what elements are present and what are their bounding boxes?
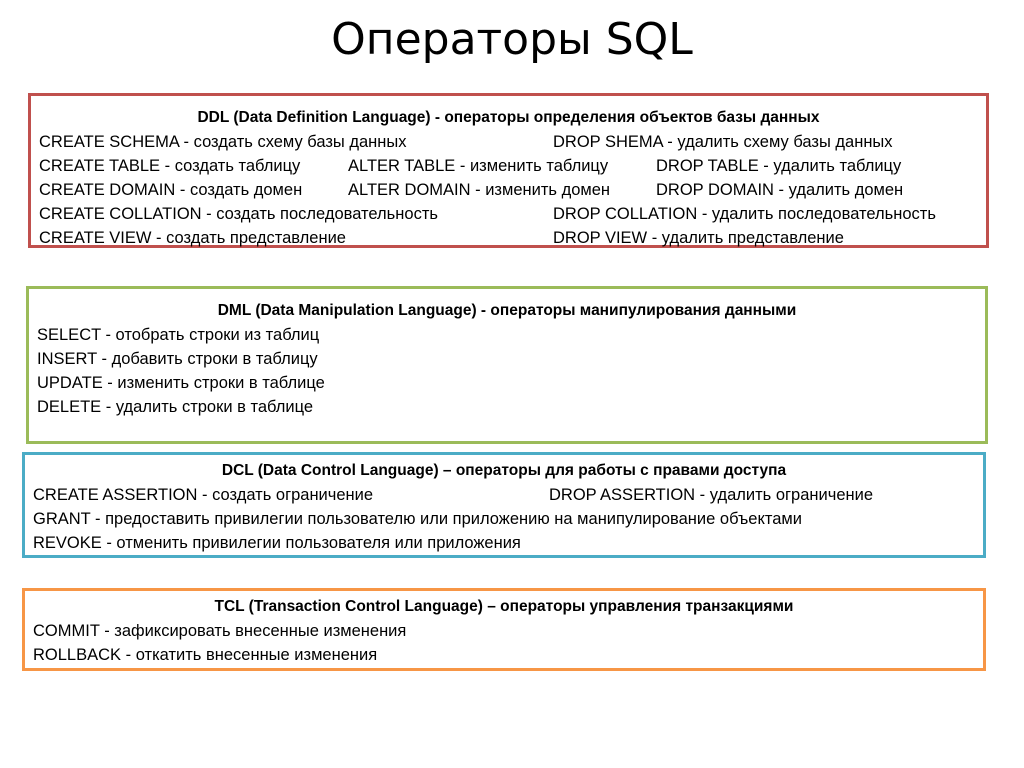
dml-row: INSERT - добавить строки в таблицу	[37, 347, 977, 371]
tcl-box: TCL (Transaction Control Language) – опе…	[22, 588, 986, 671]
dcl-create-assertion: CREATE ASSERTION - создать ограничение	[33, 486, 374, 504]
tcl-row: COMMIT - зафиксировать внесенные изменен…	[33, 619, 975, 643]
dml-select: SELECT - отобрать строки из таблиц	[37, 326, 320, 344]
dcl-row: CREATE ASSERTION - создать ограничение D…	[33, 483, 975, 507]
dml-row: SELECT - отобрать строки из таблиц	[37, 323, 977, 347]
dml-box: DML (Data Manipulation Language) - опера…	[26, 286, 988, 444]
slide-title: Операторы SQL	[331, 14, 693, 65]
ddl-create-view: CREATE VIEW - создать представление	[39, 229, 346, 247]
ddl-row: CREATE TABLE - создать таблицу ALTER TAB…	[39, 154, 978, 178]
dml-insert: INSERT - добавить строки в таблицу	[37, 350, 318, 368]
ddl-create-table: CREATE TABLE - создать таблицу	[39, 157, 301, 175]
ddl-row: CREATE COLLATION - создать последователь…	[39, 202, 978, 226]
dml-update: UPDATE - изменить строки в таблице	[37, 374, 325, 392]
ddl-create-schema: CREATE SCHEMA - создать схему базы данны…	[39, 133, 407, 151]
ddl-row: CREATE SCHEMA - создать схему базы данны…	[39, 130, 978, 154]
dcl-row: GRANT - предоставить привилегии пользова…	[33, 507, 975, 531]
ddl-drop-view: DROP VIEW - удалить представление	[553, 229, 844, 247]
dcl-revoke: REVOKE - отменить привилегии пользовател…	[33, 534, 521, 552]
ddl-alter-domain: ALTER DOMAIN - изменить домен	[348, 181, 611, 199]
tcl-commit: COMMIT - зафиксировать внесенные изменен…	[33, 622, 407, 640]
dml-heading: DML (Data Manipulation Language) - опера…	[217, 302, 797, 319]
dml-row: DELETE - удалить строки в таблице	[37, 395, 977, 419]
dml-delete: DELETE - удалить строки в таблице	[37, 398, 314, 416]
tcl-heading: TCL (Transaction Control Language) – опе…	[214, 598, 794, 615]
tcl-rollback: ROLLBACK - откатить внесенные изменения	[33, 646, 378, 664]
ddl-drop-table: DROP TABLE - удалить таблицу	[656, 157, 902, 175]
dcl-drop-assertion: DROP ASSERTION - удалить ограничение	[549, 486, 874, 504]
ddl-drop-domain: DROP DOMAIN - удалить домен	[656, 181, 904, 199]
ddl-create-domain: CREATE DOMAIN - создать домен	[39, 181, 303, 199]
dcl-box: DCL (Data Control Language) – операторы …	[22, 452, 986, 558]
ddl-alter-table: ALTER TABLE - изменить таблицу	[348, 157, 609, 175]
tcl-row: ROLLBACK - откатить внесенные изменения	[33, 643, 975, 667]
ddl-drop-collation: DROP COLLATION - удалить последовательно…	[553, 205, 936, 223]
ddl-row: CREATE VIEW - создать представление DROP…	[39, 226, 978, 250]
ddl-box: DDL (Data Definition Language) - операто…	[28, 93, 989, 248]
dcl-row: REVOKE - отменить привилегии пользовател…	[33, 531, 975, 555]
dcl-grant: GRANT - предоставить привилегии пользова…	[33, 510, 802, 528]
ddl-heading: DDL (Data Definition Language) - операто…	[197, 109, 820, 126]
dml-row: UPDATE - изменить строки в таблице	[37, 371, 977, 395]
ddl-drop-schema: DROP SHEMA - удалить схему базы данных	[553, 133, 893, 151]
dcl-heading: DCL (Data Control Language) – операторы …	[221, 462, 787, 479]
ddl-row: CREATE DOMAIN - создать домен ALTER DOMA…	[39, 178, 978, 202]
ddl-create-collation: CREATE COLLATION - создать последователь…	[39, 205, 438, 223]
